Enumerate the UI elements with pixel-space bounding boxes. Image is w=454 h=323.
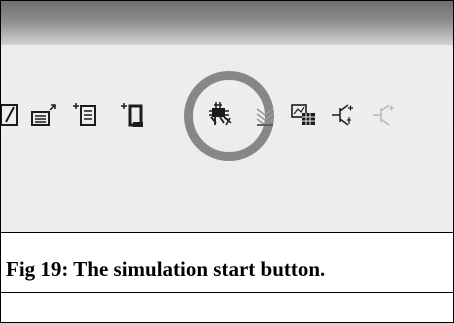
- caption-divider: [0, 292, 454, 293]
- caption-text: Fig 19: The simulation start button.: [6, 257, 326, 281]
- add-device-icon[interactable]: [119, 101, 149, 129]
- transistor-icon[interactable]: [328, 101, 358, 129]
- transistor-faded-icon[interactable]: [369, 101, 399, 129]
- window-title-bar: [1, 1, 453, 45]
- screenshot-area: [1, 1, 453, 232]
- window-up-icon[interactable]: [28, 101, 58, 129]
- tune-icon[interactable]: [252, 101, 282, 129]
- add-document-icon[interactable]: [71, 101, 101, 129]
- figure-caption: Fig 19: The simulation start button.: [0, 232, 454, 323]
- table-icon[interactable]: [289, 101, 319, 129]
- edit-icon[interactable]: [1, 101, 25, 129]
